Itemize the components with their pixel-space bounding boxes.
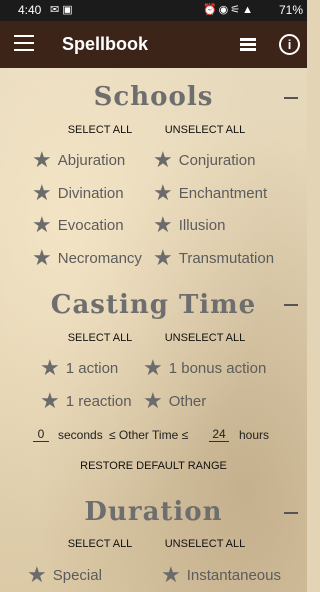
- star-icon: ★: [143, 355, 163, 380]
- battery-level: 71%: [278, 3, 303, 17]
- duration-collapse-icon[interactable]: [284, 512, 298, 514]
- star-icon: ★: [153, 180, 173, 205]
- casting-1-bonus-action[interactable]: ★ 1 bonus action: [143, 355, 266, 381]
- star-icon: ★: [32, 245, 52, 270]
- school-label: Abjuration: [57, 152, 126, 169]
- school-label: Necromancy: [57, 250, 142, 267]
- duration-select-all-button[interactable]: SELECT ALL: [62, 538, 138, 550]
- school-label: Evocation: [57, 217, 124, 234]
- school-illusion[interactable]: ★ Illusion: [153, 212, 225, 238]
- star-icon: ★: [32, 180, 52, 205]
- schools-unselect-all-button[interactable]: UNSELECT ALL: [160, 124, 250, 136]
- duration-label: Special: [52, 567, 102, 584]
- system-icons: ⏰◉⚟▲: [202, 4, 255, 16]
- duration-heading: Duration: [84, 497, 223, 527]
- casting-collapse-icon[interactable]: [284, 304, 298, 306]
- restore-default-range-button[interactable]: RESTORE DEFAULT RANGE: [0, 460, 307, 472]
- school-label: Enchantment: [178, 185, 268, 202]
- casting-label: 1 reaction: [65, 393, 132, 410]
- filter-panel: Schools SELECT ALL UNSELECT ALL ★ Abjurat…: [0, 68, 307, 592]
- school-evocation[interactable]: ★ Evocation: [32, 212, 124, 238]
- school-divination[interactable]: ★ Divination: [32, 180, 124, 206]
- star-icon: ★: [161, 562, 181, 587]
- school-conjuration[interactable]: ★ Conjuration: [153, 147, 255, 173]
- star-icon: ★: [32, 212, 52, 237]
- school-abjuration[interactable]: ★ Abjuration: [32, 147, 125, 173]
- school-necromancy[interactable]: ★ Necromancy: [32, 245, 142, 271]
- star-icon: ★: [153, 245, 173, 270]
- star-icon: ★: [32, 147, 52, 172]
- duration-unselect-all-button[interactable]: UNSELECT ALL: [160, 538, 250, 550]
- range-label: ≤ Other Time ≤: [109, 428, 189, 442]
- max-time-input[interactable]: 24: [209, 427, 229, 442]
- menu-icon[interactable]: [14, 35, 34, 53]
- status-bar: 4:40 ✉▣ ⏰◉⚟▲ 71%: [0, 0, 307, 21]
- notification-icons: ✉▣: [50, 4, 76, 16]
- school-label: Illusion: [178, 217, 226, 234]
- star-icon: ★: [40, 388, 60, 413]
- star-icon: ★: [153, 212, 173, 237]
- star-icon: ★: [27, 562, 47, 587]
- star-icon: ★: [143, 388, 163, 413]
- max-time-unit-select[interactable]: hours: [239, 428, 269, 442]
- info-icon[interactable]: i: [279, 34, 300, 55]
- schools-select-all-button[interactable]: SELECT ALL: [62, 124, 138, 136]
- school-label: Divination: [57, 185, 124, 202]
- duration-label: Instantaneous: [186, 567, 281, 584]
- casting-label: 1 action: [65, 360, 119, 377]
- casting-unselect-all-button[interactable]: UNSELECT ALL: [160, 332, 250, 344]
- duration-instantaneous[interactable]: ★ Instantaneous: [161, 562, 281, 588]
- schools-heading: Schools: [93, 82, 214, 112]
- school-label: Conjuration: [178, 152, 256, 169]
- casting-time-heading: Casting Time: [50, 290, 257, 320]
- min-time-input[interactable]: 0: [33, 427, 49, 442]
- status-time: 4:40: [18, 3, 42, 17]
- duration-special[interactable]: ★ Special: [27, 562, 102, 588]
- casting-1-action[interactable]: ★ 1 action: [40, 355, 118, 381]
- casting-1-reaction[interactable]: ★ 1 reaction: [40, 388, 132, 414]
- school-transmutation[interactable]: ★ Transmutation: [153, 245, 274, 271]
- casting-label: Other: [168, 393, 207, 410]
- school-enchantment[interactable]: ★ Enchantment: [153, 180, 267, 206]
- school-label: Transmutation: [178, 250, 275, 267]
- star-icon: ★: [40, 355, 60, 380]
- star-icon: ★: [153, 147, 173, 172]
- min-time-unit-select[interactable]: seconds: [58, 428, 103, 442]
- casting-label: 1 bonus action: [168, 360, 267, 377]
- casting-other[interactable]: ★ Other: [143, 388, 206, 414]
- casting-select-all-button[interactable]: SELECT ALL: [62, 332, 138, 344]
- schools-collapse-icon[interactable]: [284, 97, 298, 99]
- app-bar: Spellbook i: [0, 21, 307, 68]
- table-view-icon[interactable]: [240, 38, 256, 51]
- app-title: Spellbook: [62, 34, 149, 54]
